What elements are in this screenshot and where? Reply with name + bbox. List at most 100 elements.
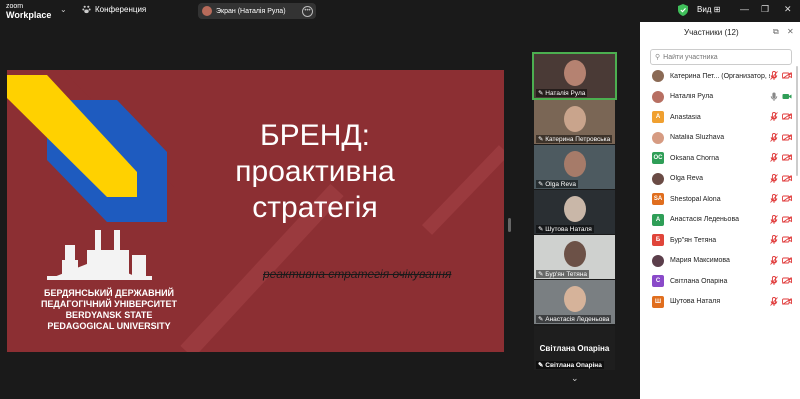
- university-line: БЕРДЯНСЬКИЙ ДЕРЖАВНИЙ: [43, 288, 175, 298]
- paw-icon: [82, 5, 91, 14]
- camera-off-icon[interactable]: [782, 236, 792, 243]
- shared-screen-slide: БРЕНД: проактивна стратегія реактивна ст…: [7, 70, 504, 352]
- zoom-logo: zoom Workplace: [6, 2, 51, 20]
- participant-video: [564, 196, 586, 222]
- search-input-wrapper: ⚲: [650, 49, 792, 65]
- close-icon[interactable]: ✕: [784, 4, 792, 15]
- avatar: [652, 131, 664, 144]
- chevron-down-icon[interactable]: ⌄: [60, 5, 67, 14]
- participant-row[interactable]: Наталія Рула: [640, 87, 800, 108]
- participant-name: Мария Максимова: [670, 257, 730, 265]
- restore-icon[interactable]: ❐: [761, 4, 769, 15]
- title-line: стратегія: [252, 191, 378, 224]
- window-controls: Вид ⊞ — ❐ ✕: [640, 0, 800, 22]
- title-line: БРЕНД:: [259, 119, 371, 152]
- video-tile[interactable]: ✎ Шутова Наталя: [534, 190, 615, 234]
- participant-name: Світлана Опаріна: [670, 277, 728, 285]
- search-input[interactable]: [663, 53, 784, 61]
- participant-row[interactable]: Б Бур"ян Тетяна: [640, 230, 800, 251]
- mic-muted-icon[interactable]: [770, 214, 778, 224]
- participant-row[interactable]: SA Shestopal Alona: [640, 189, 800, 210]
- participant-name: Анастасія Леденьова: [670, 216, 739, 224]
- tile-name: ✎ Бур'ян Тетяна: [536, 270, 590, 278]
- conference-label: Конференция: [95, 5, 147, 14]
- camera-off-icon[interactable]: [782, 113, 792, 120]
- panel-scrollbar[interactable]: [796, 66, 798, 176]
- shield-icon: [678, 4, 688, 16]
- view-button[interactable]: Вид ⊞: [697, 5, 720, 14]
- university-emblem: [47, 230, 152, 280]
- video-tile[interactable]: Світлана Опаріна ✎ Світлана Опаріна: [534, 326, 615, 370]
- camera-off-icon[interactable]: [782, 174, 792, 182]
- mic-muted-icon[interactable]: [770, 296, 778, 306]
- tile-name: ✎ Світлана Опаріна: [536, 361, 604, 369]
- participant-row[interactable]: С Світлана Опаріна: [640, 271, 800, 292]
- mic-muted-icon[interactable]: [770, 235, 778, 244]
- mic-muted-icon[interactable]: [770, 194, 778, 203]
- university-line: BERDYANSK STATE: [65, 310, 153, 320]
- university-line: ПЕДАГОГІЧНИЙ УНІВЕРСИТЕТ: [40, 299, 178, 309]
- popout-icon[interactable]: ⧉: [773, 27, 779, 37]
- mic-muted-icon[interactable]: [770, 71, 778, 80]
- camera-off-icon[interactable]: [782, 297, 792, 305]
- video-tile[interactable]: ✎ Бур'ян Тетяна: [534, 235, 615, 279]
- split-view-handle[interactable]: [508, 218, 511, 232]
- camera-off-icon[interactable]: [782, 256, 792, 264]
- participant-row[interactable]: OC Oksana Chorna: [640, 148, 800, 169]
- video-tile[interactable]: ✎ Наталія Рула: [532, 52, 617, 100]
- mic-muted-icon[interactable]: [770, 276, 778, 285]
- participant-row[interactable]: А Анастасія Леденьова: [640, 210, 800, 231]
- participant-row[interactable]: A Anastasia: [640, 107, 800, 128]
- participant-row[interactable]: Катерина Пет... (Организатор, я): [640, 66, 800, 87]
- avatar: Ш: [652, 295, 664, 308]
- tile-name: ✎ Наталія Рула: [536, 89, 588, 97]
- more-icon[interactable]: •••: [302, 6, 313, 17]
- chevron-down-icon[interactable]: ⌄: [571, 373, 579, 384]
- avatar: SA: [652, 193, 664, 206]
- participant-row[interactable]: Olga Reva: [640, 169, 800, 190]
- mic-muted-icon[interactable]: [770, 112, 778, 121]
- minimize-icon[interactable]: —: [740, 4, 749, 14]
- mic-icon[interactable]: [770, 92, 778, 101]
- video-tile[interactable]: ✎ Анастасія Леденьова: [534, 280, 615, 324]
- camera-off-icon[interactable]: [782, 195, 792, 202]
- camera-off-icon[interactable]: [782, 215, 792, 223]
- avatar: А: [652, 213, 664, 226]
- participant-video: [564, 241, 586, 267]
- mic-muted-icon[interactable]: [770, 173, 778, 183]
- avatar: Б: [652, 234, 664, 247]
- brand-line2: Workplace: [6, 10, 52, 20]
- view-label: Вид: [697, 5, 712, 14]
- struck-caption: реактивна стратегія очікування: [263, 267, 452, 281]
- tile-name: ✎ Анастасія Леденьова: [536, 315, 612, 323]
- video-tile[interactable]: ✎ Катерина Петровська: [534, 100, 615, 144]
- participant-name: Nataliia Sluzhava: [670, 134, 725, 142]
- close-icon[interactable]: ✕: [787, 27, 794, 36]
- tile-name: ✎ Olga Reva: [536, 180, 578, 188]
- camera-icon[interactable]: [782, 93, 792, 100]
- camera-off-icon[interactable]: [782, 72, 792, 79]
- mic-muted-icon[interactable]: [770, 153, 778, 162]
- participant-name: Oksana Chorna: [670, 154, 720, 162]
- slide-title: БРЕНД: проактивна стратегія: [205, 118, 425, 226]
- participant-row[interactable]: Мария Максимова: [640, 251, 800, 272]
- video-tile[interactable]: ✎ Olga Reva: [534, 145, 615, 189]
- participant-row[interactable]: Nataliia Sluzhava: [640, 128, 800, 149]
- camera-off-icon[interactable]: [782, 154, 792, 161]
- camera-off-icon[interactable]: [782, 277, 792, 284]
- avatar: [652, 172, 664, 185]
- screen-share-pill[interactable]: Экран (Наталія Рула) •••: [198, 3, 316, 19]
- avatar: [652, 254, 664, 267]
- top-bar: zoom Workplace ⌄ Конференция Экран (Ната…: [0, 0, 640, 22]
- avatar: С: [652, 275, 664, 288]
- mic-muted-icon[interactable]: [770, 255, 778, 265]
- avatar: [202, 6, 212, 16]
- mic-muted-icon[interactable]: [770, 132, 778, 142]
- avatar: [652, 90, 664, 103]
- conference-button[interactable]: Конференция: [82, 5, 146, 14]
- participant-name: Olga Reva: [670, 175, 704, 183]
- camera-off-icon[interactable]: [782, 133, 792, 141]
- participants-panel: Участники (12) ⧉ ✕ ⚲ Катерина Пет... (Ор…: [640, 22, 800, 399]
- search-icon: ⚲: [655, 54, 661, 61]
- participant-row[interactable]: Ш Шутова Наталя: [640, 292, 800, 313]
